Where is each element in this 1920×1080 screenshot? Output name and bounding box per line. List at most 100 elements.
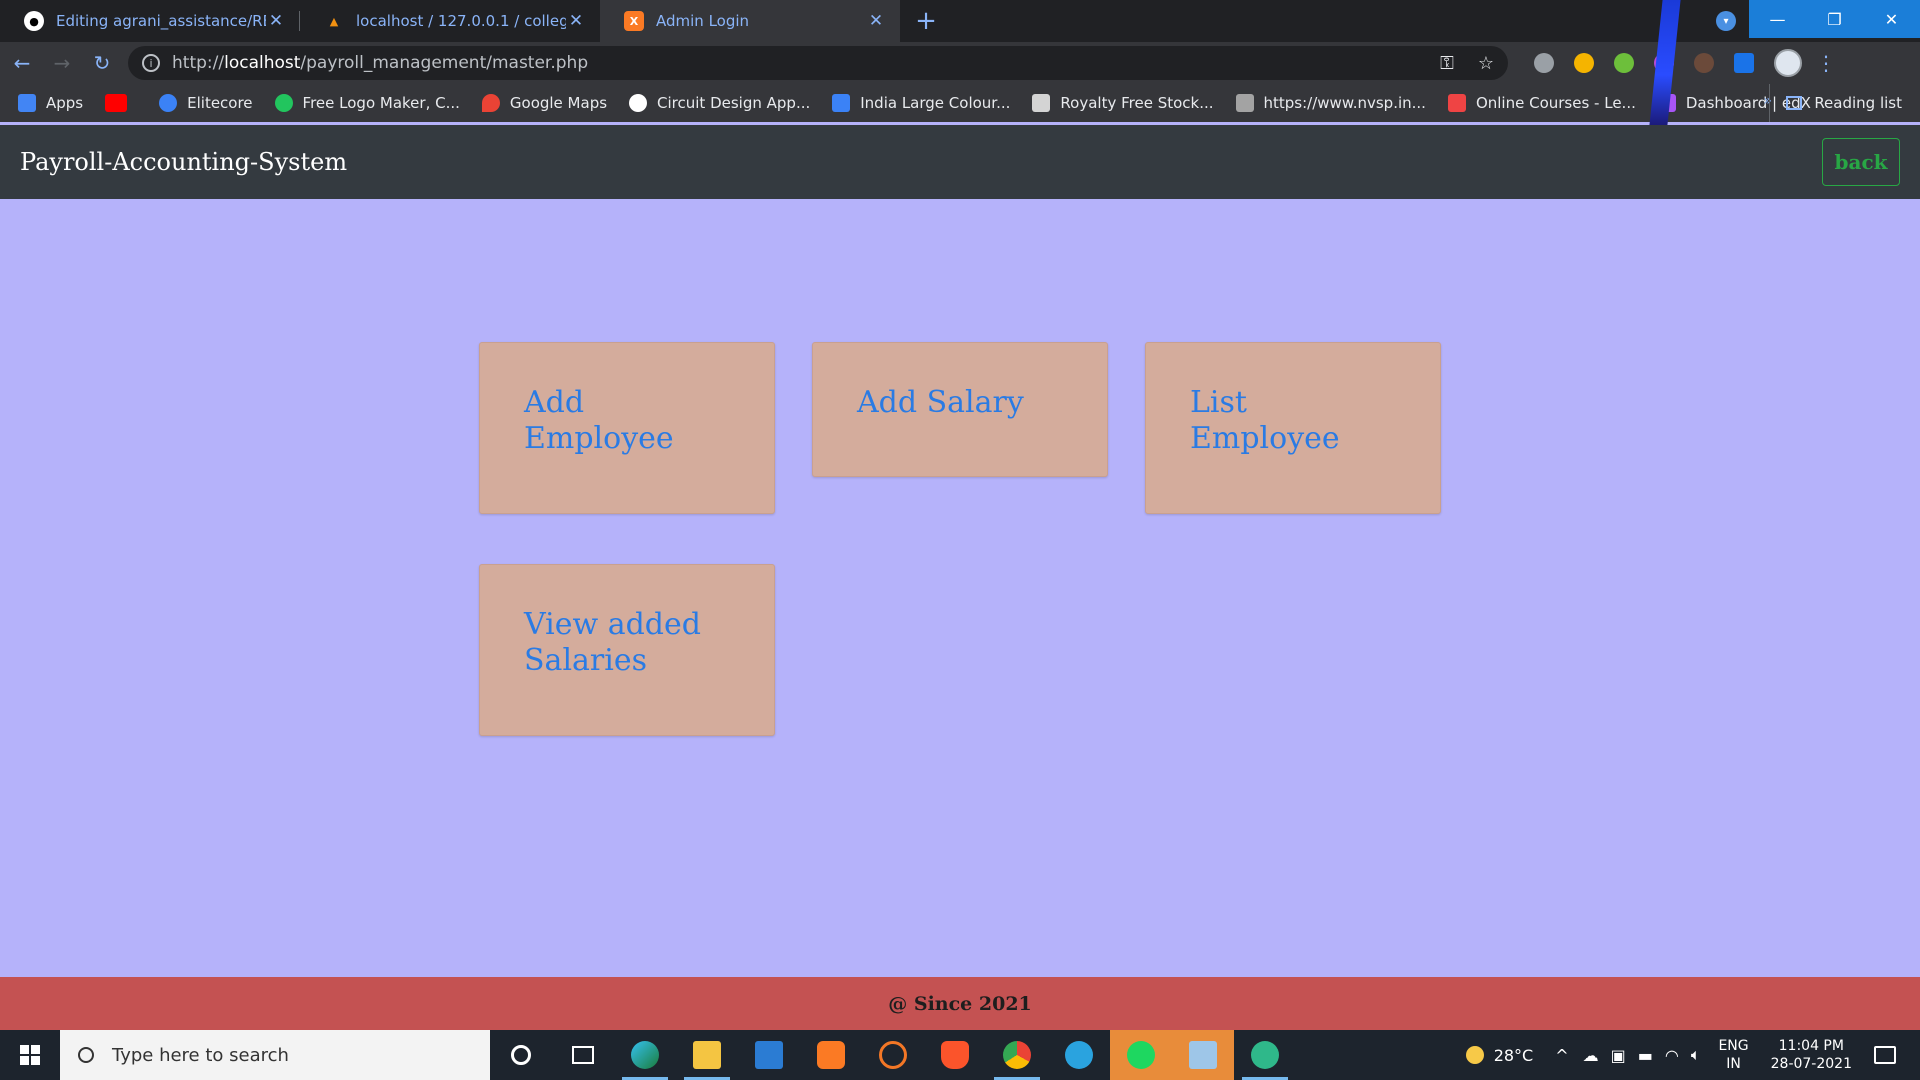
moon-icon <box>1465 1046 1484 1064</box>
new-tab-button[interactable]: + <box>908 3 944 39</box>
system-tray: 28°C ^ ☁ ▣ ▬ ◠ 🔈︎ ENG IN 11:04 PM 28-07-… <box>1465 1030 1920 1080</box>
tab-phpmyadmin[interactable]: ▲ localhost / 127.0.0.1 / collegepro ✕ <box>300 0 600 42</box>
volume-icon[interactable]: 🔈︎ <box>1691 1045 1701 1065</box>
card-label: Employee <box>1190 421 1340 456</box>
tab-admin-login[interactable]: X Admin Login ✕ <box>600 0 900 42</box>
jupyter-icon[interactable] <box>862 1030 924 1080</box>
xampp-icon: X <box>624 11 644 31</box>
bookmark-elitecore[interactable]: Elitecore <box>159 94 253 112</box>
app-brand[interactable]: Payroll-Accounting-System <box>20 148 347 176</box>
taskbar-search-input[interactable]: Type here to search <box>60 1030 490 1080</box>
app-window-icon[interactable] <box>1172 1030 1234 1080</box>
reading-list-icon <box>1786 96 1803 110</box>
add-salary-card[interactable]: Add Salary <box>812 342 1108 477</box>
card-label: Employee <box>524 421 674 456</box>
edge-icon[interactable] <box>614 1030 676 1080</box>
time: 11:04 PM <box>1778 1038 1844 1054</box>
extension-icon[interactable] <box>1574 53 1594 73</box>
bookmark-google-maps[interactable]: Google Maps <box>481 94 607 112</box>
language-indicator[interactable]: ENG IN <box>1718 1037 1748 1073</box>
cortana-icon[interactable] <box>490 1030 552 1080</box>
chrome-icon[interactable] <box>986 1030 1048 1080</box>
extension-icon[interactable] <box>1694 53 1714 73</box>
spotify-icon[interactable] <box>1110 1030 1172 1080</box>
reading-list-button[interactable]: Reading list <box>1769 84 1902 122</box>
onedrive-icon[interactable]: ☁ <box>1583 1046 1599 1065</box>
search-placeholder: Type here to search <box>112 1044 289 1066</box>
bookmark-udemy[interactable]: Online Courses - Le... <box>1447 94 1636 112</box>
card-label: Add Salary <box>857 385 1024 420</box>
close-icon[interactable]: ✕ <box>266 11 286 31</box>
bookmark-india-map[interactable]: India Large Colour... <box>832 94 1010 112</box>
tab-title: Admin Login <box>656 12 750 30</box>
key-icon[interactable]: ⚿ <box>1440 53 1454 74</box>
temperature: 28°C <box>1493 1045 1534 1065</box>
tray-chevron-icon[interactable]: ^ <box>1555 1046 1568 1065</box>
clock[interactable]: 11:04 PM 28-07-2021 <box>1771 1037 1852 1073</box>
device-icon[interactable]: ▣ <box>1611 1046 1626 1065</box>
battery-icon[interactable]: ▬ <box>1638 1046 1653 1065</box>
reload-icon[interactable]: ↻ <box>84 45 120 81</box>
more-menu-icon[interactable]: ⋮ <box>1816 51 1836 75</box>
card-label: View added <box>524 607 701 642</box>
tab-github[interactable]: ● Editing agrani_assistance/READM ✕ <box>0 0 300 42</box>
back-button[interactable]: back <box>1822 138 1900 186</box>
omnibox-actions: ⚿ ☆ <box>1440 53 1494 74</box>
wifi-icon[interactable]: ◠ <box>1665 1046 1679 1065</box>
site-info-icon[interactable]: i <box>142 54 160 72</box>
weather-widget[interactable]: 28°C <box>1465 1045 1534 1065</box>
view-salaries-card[interactable]: View added Salaries <box>479 564 775 736</box>
nvsp-icon <box>1235 94 1254 112</box>
minimize-button[interactable]: — <box>1749 0 1806 38</box>
list-employee-card[interactable]: List Employee <box>1145 342 1441 514</box>
telegram-icon[interactable] <box>1048 1030 1110 1080</box>
bookmark-circuit-design[interactable]: Circuit Design App... <box>629 94 810 112</box>
bookmark-royalty-free[interactable]: Royalty Free Stock... <box>1032 94 1214 112</box>
circuit-icon <box>629 94 648 112</box>
globe-icon <box>159 94 178 112</box>
close-icon[interactable]: ✕ <box>566 11 586 31</box>
forward-arrow-icon[interactable]: → <box>44 45 80 81</box>
g-icon <box>1032 94 1051 112</box>
tree-extension-icon[interactable] <box>1614 53 1634 73</box>
close-icon[interactable]: ✕ <box>866 11 886 31</box>
start-button[interactable] <box>0 1030 60 1080</box>
address-bar[interactable]: i http://localhost/payroll_management/ma… <box>128 46 1508 80</box>
youtube-icon <box>105 94 128 112</box>
bookmark-youtube[interactable] <box>105 94 137 112</box>
add-employee-card[interactable]: Add Employee <box>479 342 775 514</box>
url-path: /payroll_management/master.php <box>300 53 589 73</box>
mail-icon[interactable] <box>738 1030 800 1080</box>
file-explorer-icon[interactable] <box>676 1030 738 1080</box>
github-icon: ● <box>24 11 44 31</box>
back-arrow-icon[interactable]: ← <box>4 45 40 81</box>
tab-search-icon[interactable]: ▾ <box>1716 11 1736 31</box>
task-view-icon[interactable] <box>552 1030 614 1080</box>
phpmyadmin-icon: ▲ <box>329 14 339 28</box>
star-icon[interactable]: ☆ <box>1478 53 1494 74</box>
puzzle-icon[interactable] <box>1734 53 1754 73</box>
map-pin-icon <box>481 94 500 112</box>
footer-text: @ Since 2021 <box>888 992 1032 1015</box>
logo-maker-icon <box>274 94 293 112</box>
apps-grid-icon <box>18 94 36 112</box>
app-navbar: Payroll-Accounting-System back <box>0 125 1920 199</box>
atom-icon[interactable] <box>1234 1030 1296 1080</box>
xampp-taskbar-icon[interactable] <box>800 1030 862 1080</box>
window-controls: — ❐ ✕ <box>1749 0 1920 38</box>
url-prefix: http:// <box>172 53 225 73</box>
bookmark-nvsp[interactable]: https://www.nvsp.in... <box>1235 94 1426 112</box>
card-label: Add <box>524 385 585 420</box>
notification-icon[interactable] <box>1874 1046 1896 1064</box>
tab-title: localhost / 127.0.0.1 / collegepro <box>356 12 566 30</box>
restore-button[interactable]: ❐ <box>1806 0 1863 38</box>
extension-icon[interactable] <box>1534 53 1554 73</box>
bookmark-apps[interactable]: Apps <box>18 94 83 112</box>
bookmark-logo-maker[interactable]: Free Logo Maker, C... <box>274 94 460 112</box>
avatar[interactable] <box>1774 49 1802 77</box>
bookmarks-bar: Apps Elitecore Free Logo Maker, C... Goo… <box>0 84 1920 122</box>
brave-icon[interactable] <box>924 1030 986 1080</box>
close-window-button[interactable]: ✕ <box>1863 0 1920 38</box>
card-label: Salaries <box>524 643 648 678</box>
search-icon <box>78 1047 94 1063</box>
